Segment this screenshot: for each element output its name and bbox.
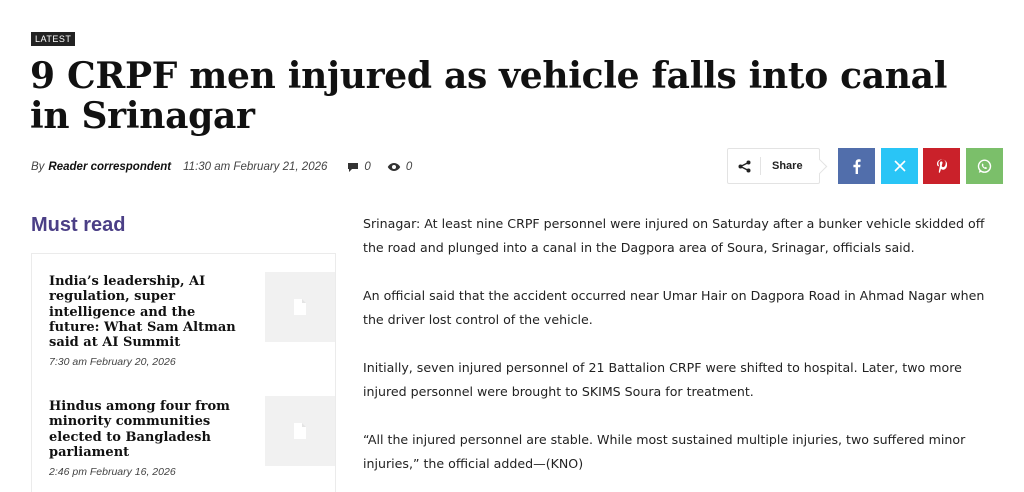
comments-value: 0: [364, 161, 371, 173]
comment-icon: [348, 162, 359, 172]
document-placeholder-icon: [294, 423, 306, 439]
must-read-heading: Must read: [31, 214, 126, 236]
item-thumbnail[interactable]: [265, 396, 335, 466]
whatsapp-icon: [977, 158, 992, 173]
item-date: 7:30 am February 20, 2026: [49, 356, 176, 369]
comments-count[interactable]: 0: [347, 161, 371, 173]
facebook-share-button[interactable]: [838, 148, 875, 184]
item-title-link[interactable]: India’s leadership, AI regulation, super…: [49, 274, 237, 350]
share-label: Share: [772, 160, 803, 172]
document-placeholder-icon: [294, 299, 306, 315]
must-read-list: India’s leadership, AI regulation, super…: [31, 253, 336, 492]
item-thumbnail[interactable]: [265, 272, 335, 342]
article-meta: By Reader correspondent 11:30 am Februar…: [31, 158, 428, 176]
facebook-icon: [853, 158, 861, 174]
article-body: Srinagar: At least nine CRPF personnel w…: [363, 212, 993, 492]
share-icon: [728, 160, 760, 173]
share-divider: [760, 157, 761, 175]
publish-date: 11:30 am February 21, 2026: [183, 161, 328, 173]
author-link[interactable]: Reader correspondent: [48, 161, 171, 173]
pinterest-icon: [937, 159, 947, 173]
article-paragraph: An official said that the accident occur…: [363, 288, 985, 327]
whatsapp-share-button[interactable]: [966, 148, 1003, 184]
article-headline: 9 CRPF men injured as vehicle falls into…: [30, 55, 948, 137]
x-twitter-icon: [893, 160, 906, 172]
eye-icon: [387, 163, 401, 171]
list-item[interactable]: India’s leadership, AI regulation, super…: [49, 272, 335, 369]
pinterest-share-button[interactable]: [923, 148, 960, 184]
share-button[interactable]: Share: [727, 148, 820, 184]
views-count: 0: [387, 161, 412, 173]
item-title-link[interactable]: Hindus among four from minority communit…: [49, 399, 237, 460]
item-date: 2:46 pm February 16, 2026: [49, 466, 176, 479]
views-value: 0: [405, 161, 413, 173]
article-paragraph: Initially, seven injured personnel of 21…: [363, 360, 962, 399]
article-paragraph: “All the injured personnel are stable. W…: [363, 432, 966, 471]
x-share-button[interactable]: [881, 148, 918, 184]
article-paragraph: Srinagar: At least nine CRPF personnel w…: [363, 216, 985, 255]
list-item[interactable]: Hindus among four from minority communit…: [49, 396, 335, 479]
latest-badge[interactable]: LATEST: [31, 32, 76, 46]
byline-prefix: By: [31, 161, 45, 173]
